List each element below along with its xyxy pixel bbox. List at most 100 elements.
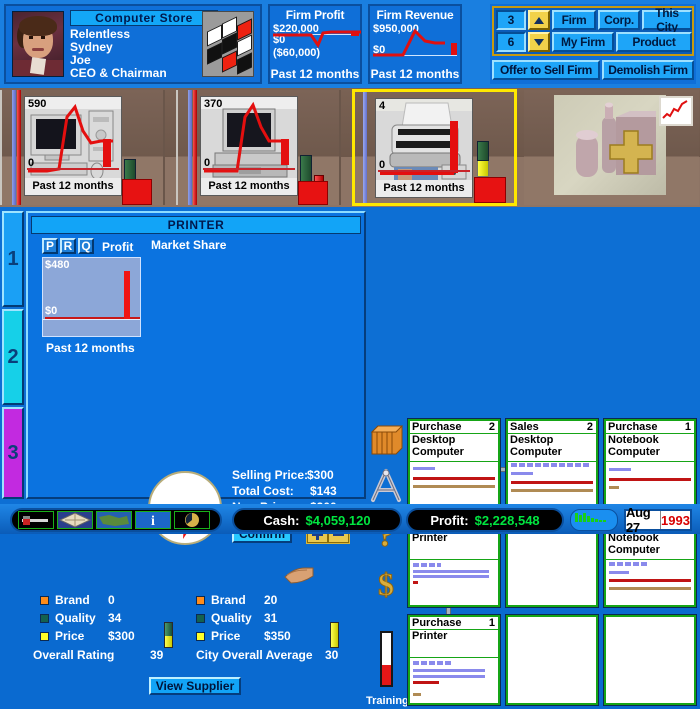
vertical-tab-strip: 1 2 3 (2, 211, 24, 499)
hammer-tool-icon[interactable] (18, 511, 54, 529)
date-display[interactable]: Aug 27 1993 (624, 505, 692, 535)
profit-value: $2,228,548 (474, 512, 540, 528)
contract-card-grid: Purchase 2 Desktop Computer Sales 2 Desk… (406, 417, 698, 709)
shelf-item-notebook-computer[interactable]: 370 0 Past 12 months (176, 90, 341, 205)
notebook-computer-icon[interactable]: 370 0 Past 12 months (200, 96, 298, 196)
main-content-area: 1 2 3 PRINTER P R Q Profit Market Share … (0, 207, 700, 707)
price-swatch (196, 632, 205, 642)
desktop-computer-icon[interactable]: 590 0 Past 12 months (24, 96, 122, 196)
market-share-label: Market Share (151, 238, 227, 252)
view-supplier-button[interactable]: View Supplier (149, 677, 241, 695)
brand-swatch (40, 596, 49, 606)
corp-button[interactable]: Corp. (598, 10, 640, 30)
firm-controls-panel: 3 6 Firm Corp. This City My Firm Product… (490, 4, 696, 84)
card-name: Desktop Computer (412, 434, 464, 458)
shelf-value: 4 (379, 100, 386, 112)
demolish-firm-button[interactable]: Demolish Firm (602, 60, 694, 80)
tool-icon-column: ? $ Training (366, 417, 409, 709)
brand-swatch (196, 596, 205, 606)
offer-to-sell-firm-button[interactable]: Offer to Sell Firm (492, 60, 600, 80)
right-quality-label: Quality (211, 611, 252, 625)
shelf-value: 370 (204, 98, 223, 110)
shelf-caption: Past 12 months (376, 180, 472, 197)
card-name: Notebook Computer (608, 434, 660, 458)
card-type: Purchase (608, 421, 658, 433)
quality-swatch (196, 614, 205, 624)
profit-label: Profit: (430, 512, 469, 528)
right-quality-value: 31 (264, 611, 278, 625)
profit-graph-footer: Past 12 months (46, 341, 135, 355)
firm-revenue-footer: Past 12 months (370, 67, 460, 81)
shelf-item-desktop-computer[interactable]: 590 0 Past 12 months (0, 90, 165, 205)
compass-icon[interactable] (368, 465, 404, 507)
this-city-button[interactable]: This City (642, 6, 692, 34)
p-button[interactable]: P (42, 238, 58, 254)
triangle-down-icon[interactable] (528, 32, 550, 52)
firm-profit-panel[interactable]: Firm Profit $220,000 $0 ($60,000) Past 1… (268, 4, 362, 84)
my-firm-button[interactable]: My Firm (552, 32, 614, 52)
profit-display: Profit: $2,228,548 (406, 508, 564, 532)
card-qty: 1 (488, 617, 495, 629)
bar-graph-icon[interactable] (570, 509, 618, 531)
ceo-info-panel[interactable]: Computer Store Relentless Sydney Joe CEO… (4, 4, 262, 84)
card-type: Purchase (412, 421, 462, 433)
card-qty: 2 (586, 421, 593, 433)
right-brand-value: 20 (264, 593, 278, 607)
cash-display: Cash: $4,059,120 (232, 508, 402, 532)
svg-text:$: $ (378, 566, 394, 602)
books-icon[interactable] (368, 419, 404, 459)
price-swatch (40, 632, 49, 642)
info-icon[interactable]: i (135, 511, 171, 529)
left-brand-value: 0 (108, 593, 115, 607)
top-status-bar: Computer Store Relentless Sydney Joe CEO… (0, 0, 700, 88)
left-price-row: Price (40, 629, 84, 643)
world-map-icon[interactable] (96, 511, 132, 529)
firm-button[interactable]: Firm (552, 10, 596, 30)
card-purchase-notebook[interactable]: Purchase 1 Notebook Computer (603, 418, 697, 510)
control-number-top[interactable]: 3 (496, 10, 526, 30)
left-price-label: Price (55, 629, 85, 643)
right-rating-thermometer (330, 622, 339, 648)
firm-profit-graph: $220,000 $0 ($60,000) (273, 23, 361, 67)
clock-icon[interactable] (174, 511, 210, 529)
dollar-sign-icon[interactable]: $ (368, 563, 404, 605)
card-type: Sales (510, 421, 539, 433)
triangle-up-icon[interactable] (528, 10, 550, 30)
card-purchase-desktop[interactable]: Purchase 2 Desktop Computer (407, 418, 501, 510)
trend-chart-icon[interactable] (659, 96, 693, 126)
vtab-2[interactable]: 2 (2, 309, 24, 405)
shelf-item-printer[interactable]: 4 0 Past 12 months (352, 89, 517, 206)
card-purchase-printer[interactable]: Purchase 1 Printer (407, 614, 501, 706)
tool-button-strip: i (10, 508, 222, 532)
right-overall-label: City Overall Average (196, 648, 313, 662)
left-quality-label: Quality (55, 611, 96, 625)
shelf-zero: 0 (379, 159, 386, 171)
store-title[interactable]: Computer Store (70, 10, 218, 26)
left-overall-label: Overall Rating (33, 648, 115, 662)
card-sales-desktop[interactable]: Sales 2 Desktop Computer (505, 418, 599, 510)
right-price-value: $350 (264, 629, 291, 643)
card-empty-slot[interactable] (505, 614, 599, 706)
left-brand-label: Brand (55, 593, 90, 607)
control-number-bottom[interactable]: 6 (496, 32, 526, 52)
card-empty-slot[interactable] (603, 614, 697, 706)
ceo-role: CEO & Chairman (70, 66, 167, 80)
right-price-label: Price (211, 629, 241, 643)
left-price-value: $300 (108, 629, 135, 643)
r-button[interactable]: R (60, 238, 76, 254)
company-logo-cubes (202, 11, 254, 77)
product-detail-panel: PRINTER P R Q Profit Market Share $480 $… (26, 211, 366, 499)
printer-icon[interactable]: 4 0 Past 12 months (375, 98, 473, 198)
product-button[interactable]: Product (616, 32, 692, 52)
firm-profit-title: Firm Profit (285, 8, 345, 22)
firm-revenue-panel[interactable]: Firm Revenue $950,000 $0 Past 12 months (368, 4, 462, 84)
map-grid-icon[interactable] (57, 511, 93, 529)
card-name: Printer (412, 630, 448, 642)
q-button[interactable]: Q (78, 238, 94, 254)
selling-price-label: Selling Price: (232, 468, 309, 482)
right-brand-row: Brand (196, 593, 246, 607)
vtab-1[interactable]: 1 (2, 211, 24, 307)
vtab-3[interactable]: 3 (2, 407, 24, 499)
profit-graph[interactable]: $480 $0 (42, 257, 141, 337)
thermometer-icon[interactable] (368, 629, 404, 689)
